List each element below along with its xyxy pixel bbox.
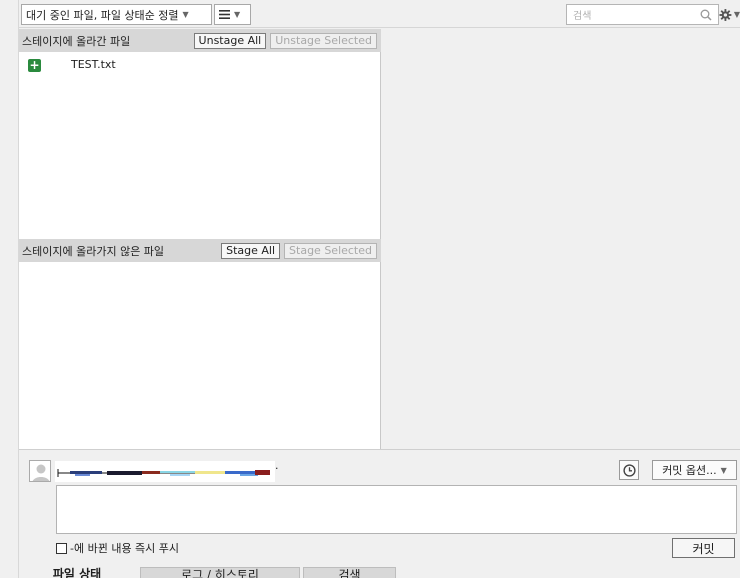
view-mode-label: 대기 중인 파일, 파일 상태순 정렬 — [26, 8, 179, 22]
toolbar: 대기 중인 파일, 파일 상태순 정렬 ▼ ▼ 검색 ▼ — [19, 0, 740, 28]
unstage-all-button[interactable]: Unstage All — [193, 32, 267, 49]
commit-area: · 커밋 옵션... ▼ -에 바뀐 내용 즉시 푸시 커밋 — [19, 449, 740, 578]
list-options-dropdown[interactable]: ▼ — [214, 4, 251, 25]
gear-icon — [719, 8, 732, 21]
commit-button[interactable]: 커밋 — [672, 538, 735, 558]
redacted-author-graphic — [57, 469, 270, 477]
list-icon — [219, 10, 230, 19]
search-icon — [700, 9, 712, 21]
chevron-down-icon: ▼ — [733, 10, 740, 19]
push-label: -에 바뀐 내용 즉시 푸시 — [70, 542, 180, 555]
author-suffix: · — [275, 462, 279, 475]
unstaged-title: 스테이지에 올라가지 않은 파일 — [22, 244, 165, 258]
file-name: TEST.txt — [71, 58, 116, 71]
stage-all-button[interactable]: Stage All — [221, 242, 281, 259]
settings-button[interactable]: ▼ — [719, 4, 740, 25]
tab-log-history[interactable]: 로그 / 히스토리 — [140, 567, 300, 578]
author-name — [55, 461, 275, 482]
left-gutter — [0, 0, 19, 578]
commit-options-label: 커밋 옵션... — [662, 464, 717, 477]
user-avatar-icon — [29, 460, 51, 482]
diff-view-panel — [381, 29, 740, 449]
clock-icon — [622, 463, 636, 477]
search-placeholder: 검색 — [573, 11, 592, 22]
file-status-panel: 스테이지에 올라간 파일 Unstage All Unstage Selecte… — [19, 29, 381, 449]
stage-selected-button[interactable]: Stage Selected — [284, 242, 377, 259]
push-option[interactable]: -에 바뀐 내용 즉시 푸시 — [56, 540, 179, 556]
tab-file-status[interactable]: 파일 상태 — [33, 567, 121, 578]
plus-icon: + — [28, 58, 41, 72]
commit-options-button[interactable]: 커밋 옵션... ▼ — [652, 460, 737, 480]
unstaged-header: 스테이지에 올라가지 않은 파일 Stage All Stage Selecte… — [19, 239, 381, 262]
staged-file-row[interactable]: + TEST.txt — [19, 56, 381, 74]
commit-message-input[interactable] — [56, 485, 737, 534]
chevron-down-icon: ▼ — [720, 465, 727, 475]
search-input[interactable]: 검색 — [566, 4, 719, 25]
unstage-selected-button[interactable]: Unstage Selected — [270, 32, 377, 49]
chevron-down-icon: ▼ — [182, 10, 189, 19]
push-checkbox[interactable] — [56, 542, 67, 554]
commit-history-button[interactable] — [619, 460, 639, 480]
staged-title: 스테이지에 올라간 파일 — [22, 34, 131, 48]
chevron-down-icon: ▼ — [234, 10, 241, 19]
staged-header: 스테이지에 올라간 파일 Unstage All Unstage Selecte… — [19, 29, 381, 52]
view-mode-dropdown[interactable]: 대기 중인 파일, 파일 상태순 정렬 ▼ — [21, 4, 212, 25]
tab-search[interactable]: 검색 — [303, 567, 396, 578]
